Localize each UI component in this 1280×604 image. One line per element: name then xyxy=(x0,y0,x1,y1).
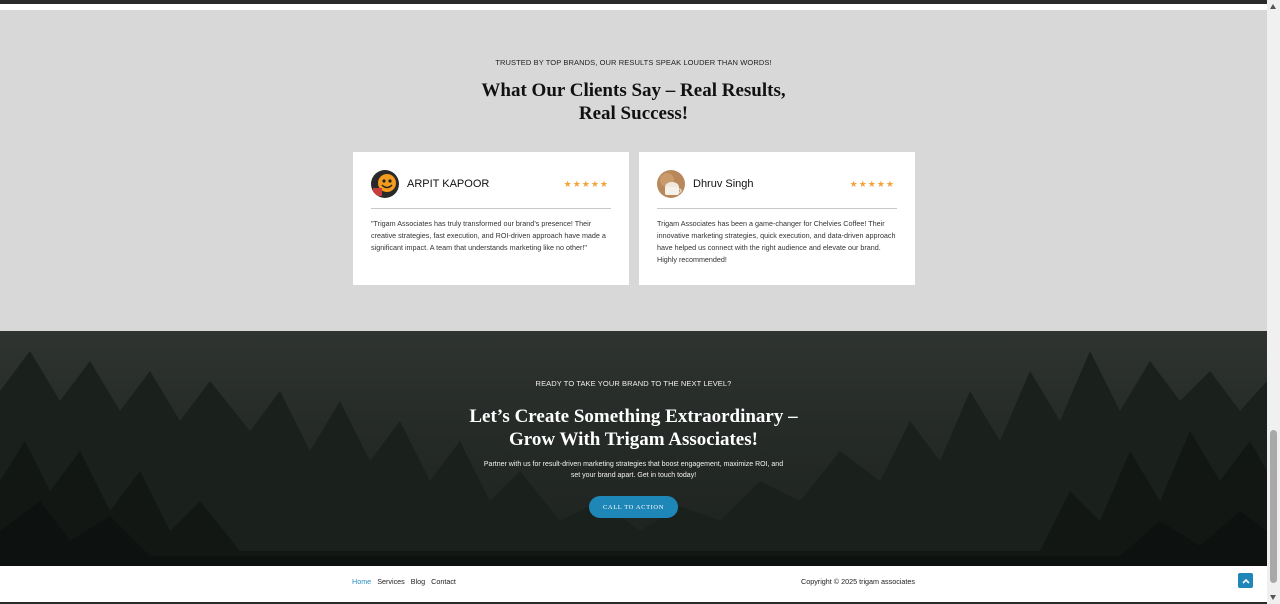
cta-subtext-line1: Partner with us for result-driven market… xyxy=(483,461,784,468)
card-divider xyxy=(371,208,611,209)
star-rating: ★★★★★ xyxy=(849,179,895,189)
footer-link-contact[interactable]: Contact xyxy=(431,577,456,586)
reviewer-name: Dhruv Singh xyxy=(693,178,754,190)
avatar xyxy=(371,170,399,198)
testimonials-heading-line1: What Our Clients Say – Real Results, xyxy=(481,80,786,101)
page-scrollbar[interactable] xyxy=(1267,0,1280,604)
footer: Home Services Blog Contact Copyright © 2… xyxy=(0,566,1267,604)
cta-section: READY TO TAKE YOUR BRAND TO THE NEXT LEV… xyxy=(0,331,1267,566)
cta-subtext: Partner with us for result-driven market… xyxy=(0,459,1267,481)
chevron-up-icon xyxy=(1241,578,1250,584)
testimonial-card: ARPIT KAPOOR ★★★★★ "Trigam Associates ha… xyxy=(353,152,629,285)
cta-subtext-line2: set your brand apart. Get in touch today… xyxy=(570,472,697,479)
testimonial-card: Dhruv Singh ★★★★★ Trigam Associates has … xyxy=(639,152,915,285)
scrollbar-thumb[interactable] xyxy=(1270,430,1277,583)
cta-eyebrow: READY TO TAKE YOUR BRAND TO THE NEXT LEV… xyxy=(535,379,732,388)
scroll-up-arrow-icon[interactable] xyxy=(1270,4,1276,9)
testimonials-heading: What Our Clients Say – Real Results, Rea… xyxy=(0,79,1267,125)
testimonial-quote: Trigam Associates has been a game-change… xyxy=(657,219,896,264)
footer-nav: Home Services Blog Contact xyxy=(352,577,462,586)
scroll-to-top-button[interactable] xyxy=(1238,573,1253,588)
cta-heading-line2: Grow With Trigam Associates! xyxy=(509,429,758,450)
star-rating: ★★★★★ xyxy=(563,179,609,189)
cta-heading: Let’s Create Something Extraordinary – G… xyxy=(0,405,1267,451)
reviewer-name: ARPIT KAPOOR xyxy=(407,178,490,190)
testimonials-heading-line2: Real Success! xyxy=(578,103,689,124)
footer-link-blog[interactable]: Blog xyxy=(411,577,425,586)
testimonials-section: TRUSTED BY TOP BRANDS, OUR RESULTS SPEAK… xyxy=(0,10,1267,331)
card-divider xyxy=(657,208,897,209)
footer-link-services[interactable]: Services xyxy=(377,577,405,586)
testimonial-quote: "Trigam Associates has truly transformed… xyxy=(371,219,606,252)
scroll-down-arrow-icon[interactable] xyxy=(1270,595,1276,600)
footer-link-home[interactable]: Home xyxy=(352,577,371,586)
call-to-action-button[interactable]: CALL TO ACTION xyxy=(589,496,678,518)
cta-heading-line1: Let’s Create Something Extraordinary – xyxy=(469,406,798,427)
testimonials-eyebrow: TRUSTED BY TOP BRANDS, OUR RESULTS SPEAK… xyxy=(495,58,772,67)
avatar xyxy=(657,170,685,198)
copyright-text: Copyright © 2025 trigam associates xyxy=(801,577,915,586)
